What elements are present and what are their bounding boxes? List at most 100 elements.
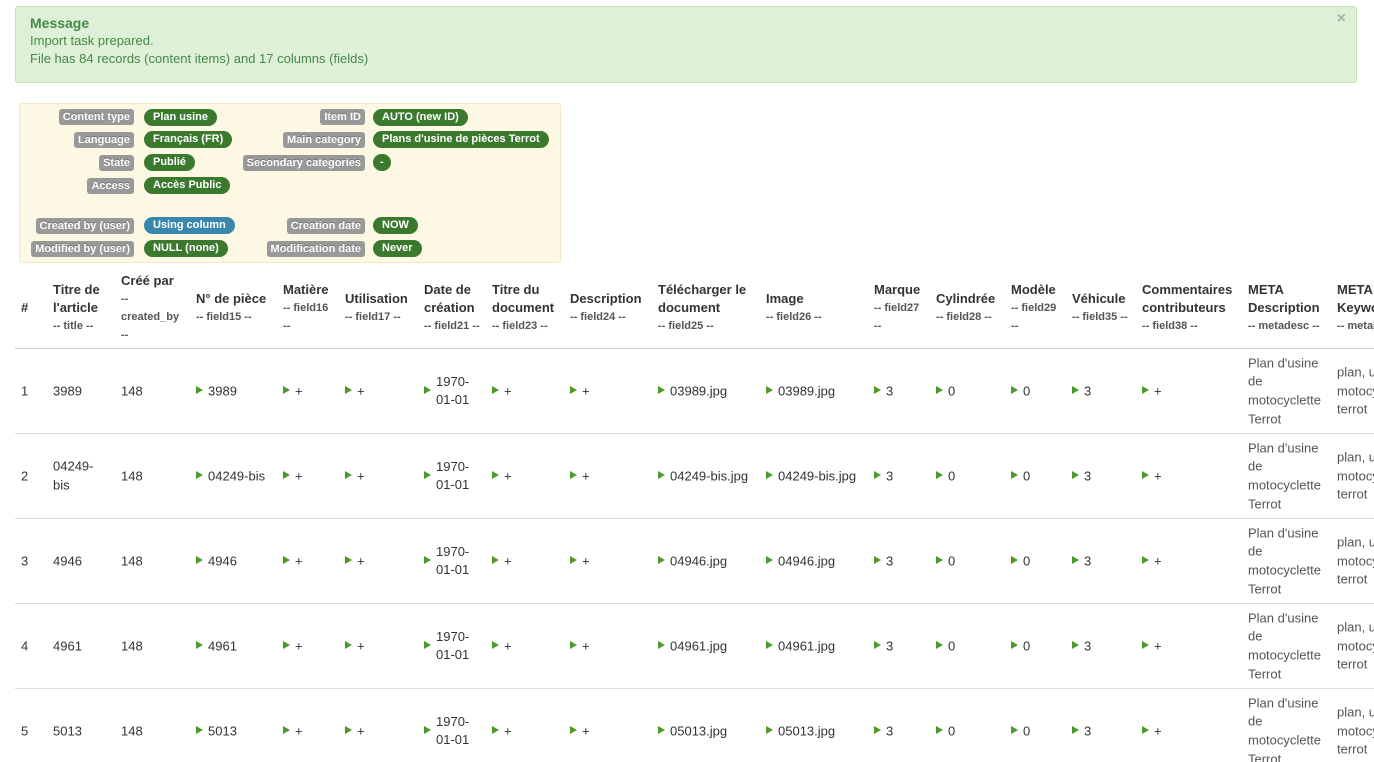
column-title: N° de pièce [196, 291, 267, 306]
column-field-name: -- field38 -- [1142, 320, 1198, 332]
table-body: 1 3989 148 3989 + +1970-01-01 + +03989.jpg 03989… [15, 348, 1374, 762]
column-field-name: -- field35 -- [1072, 311, 1128, 323]
column-field-name: -- metadesc -- [1248, 320, 1320, 332]
cell-value: 03989.jpg [778, 383, 836, 399]
arrow-right-icon [283, 726, 290, 735]
cell-value: Plan d'usine de motocyclette Terrot [1248, 610, 1321, 682]
cell-value: 0 [948, 468, 956, 484]
cell-value: 05013.jpg [670, 723, 728, 739]
import-preview-table-wrapper[interactable]: # Titre de l'article -- title -- Créé par --… [15, 268, 1374, 762]
arrow-right-icon [658, 726, 665, 735]
table-cell: 3989 [190, 348, 277, 434]
cell-value: 4946 [208, 553, 237, 569]
table-cell: 1970-01-01 [418, 603, 486, 689]
arrow-right-icon [1011, 471, 1018, 480]
arrow-right-icon [658, 556, 665, 565]
cell-value: + [504, 468, 512, 484]
table-cell: + [1136, 433, 1242, 519]
table-cell: + [486, 688, 564, 762]
main-category-value: Plans d'usine de pièces Terrot [373, 131, 549, 148]
cell-value: 0 [948, 638, 956, 654]
table-cell: + [277, 348, 339, 434]
column-field-name: -- field25 -- [658, 320, 714, 332]
column-title: META Keywords [1337, 282, 1374, 315]
column-title: Matière [283, 282, 329, 297]
cell-value: 0 [948, 383, 956, 399]
table-cell: 148 [115, 603, 190, 689]
table-cell: 3 [868, 688, 930, 762]
column-header: Cylindrée -- field28 -- [930, 268, 1005, 349]
column-header: Date de création -- field21 -- [418, 268, 486, 349]
table-cell: 0 [930, 433, 1005, 519]
cell-value: Plan d'usine de motocyclette Terrot [1248, 695, 1321, 762]
table-cell: 1970-01-01 [418, 433, 486, 519]
arrow-right-icon [492, 641, 499, 650]
table-cell: + [339, 603, 418, 689]
column-field-name: -- title -- [53, 320, 94, 332]
table-cell: 04249-bis [47, 433, 115, 519]
table-cell: + [339, 348, 418, 434]
cell-value: 3 [886, 723, 894, 739]
column-header: Titre de l'article -- title -- [47, 268, 115, 349]
table-cell: + [486, 603, 564, 689]
table-cell: 0 [930, 518, 1005, 604]
cell-value: 3 [886, 553, 894, 569]
cell-value: + [582, 723, 590, 739]
arrow-right-icon [1072, 641, 1079, 650]
cell-value: plan, usine, motocyclette, terrot [1337, 449, 1374, 502]
cell-value: + [1154, 553, 1162, 569]
column-header: Créé par -- created_by -- [115, 268, 190, 349]
item-id-value: AUTO (new ID) [373, 109, 468, 126]
table-cell: plan, usine, motocyclette, terrot [1331, 518, 1374, 604]
column-header: Modèle -- field29 -- [1005, 268, 1066, 349]
arrow-right-icon [424, 726, 431, 734]
arrow-right-icon [196, 471, 203, 480]
table-cell: 05013.jpg [760, 688, 868, 762]
message-alert: × Message Import task prepared. File has… [15, 6, 1357, 83]
arrow-right-icon [196, 386, 203, 395]
column-field-name: -- field29 -- [1011, 302, 1057, 332]
cell-value: plan, usine, motocyclette, terrot [1337, 619, 1374, 672]
cell-value: 1970-01-01 [436, 374, 470, 407]
arrow-right-icon [345, 726, 352, 735]
cell-value: 4946 [53, 553, 82, 569]
cell-value: + [295, 468, 303, 484]
arrow-right-icon [1011, 386, 1018, 395]
close-icon[interactable]: × [1337, 11, 1346, 27]
cell-value: + [295, 638, 303, 654]
cell-value: + [357, 383, 365, 399]
arrow-right-icon [570, 641, 577, 650]
arrow-right-icon [492, 726, 499, 735]
cell-value: 148 [121, 383, 143, 399]
arrow-right-icon [1011, 556, 1018, 565]
arrow-right-icon [1072, 471, 1079, 480]
table-cell: + [564, 348, 652, 434]
table-cell: 5013 [47, 688, 115, 762]
table-row: 5 5013 148 5013 + +1970-01-01 + +05013.jpg 05013… [15, 688, 1374, 762]
import-settings-panel: Content type Plan usine Language Françai… [19, 103, 561, 263]
column-field-name: -- field26 -- [766, 311, 822, 323]
column-header: Utilisation -- field17 -- [339, 268, 418, 349]
arrow-right-icon [283, 556, 290, 565]
table-cell: 1970-01-01 [418, 348, 486, 434]
column-title: Titre du document [492, 282, 555, 315]
column-title: Modèle [1011, 282, 1056, 297]
cell-value: 0 [1023, 638, 1031, 654]
cell-value: 0 [948, 723, 956, 739]
arrow-right-icon [1011, 641, 1018, 650]
column-header: Marque -- field27 -- [868, 268, 930, 349]
arrow-right-icon [1142, 726, 1149, 735]
table-cell: + [277, 688, 339, 762]
arrow-right-icon [936, 386, 943, 395]
cell-value: 04961.jpg [778, 638, 836, 654]
table-row: 2 04249-bis 148 04249-bis + +1970-01-01 + +0424… [15, 433, 1374, 519]
table-cell: 1970-01-01 [418, 518, 486, 604]
table-cell: 04249-bis.jpg [652, 433, 760, 519]
cell-value: + [504, 723, 512, 739]
table-cell: 0 [930, 603, 1005, 689]
table-cell: 3 [1066, 518, 1136, 604]
cell-value: + [504, 638, 512, 654]
arrow-right-icon [1142, 641, 1149, 650]
table-cell: 148 [115, 433, 190, 519]
table-cell: 3 [1066, 688, 1136, 762]
